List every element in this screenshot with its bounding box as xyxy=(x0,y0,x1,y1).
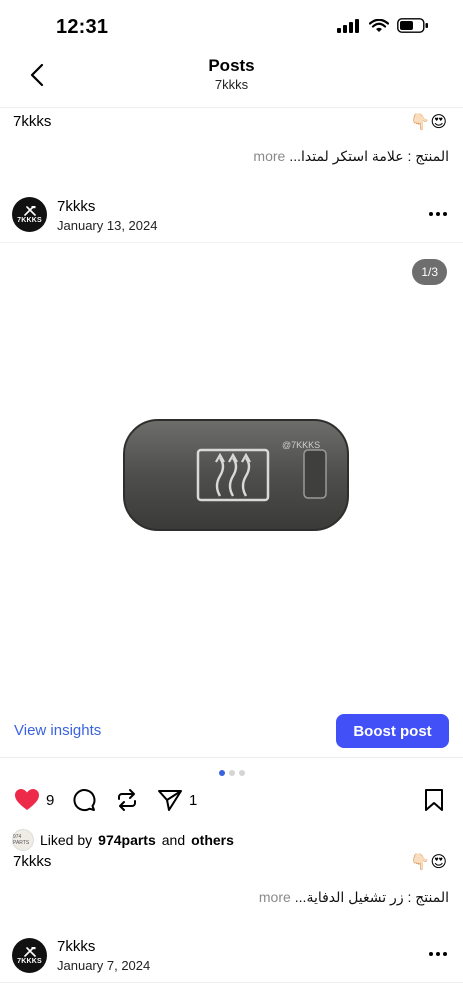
more-options-icon[interactable] xyxy=(429,212,447,216)
prev-post-more-link[interactable]: more xyxy=(253,148,285,164)
avatar-text: 7KKKS xyxy=(17,216,42,224)
liked-by-user[interactable]: 974parts xyxy=(98,832,156,848)
post-actions-bar: View insights Boost post xyxy=(0,712,463,758)
page-subtitle: 7kkks xyxy=(214,77,249,92)
prev-post-caption-text: المنتج : علامة استكر لمتدا... xyxy=(289,148,449,164)
like-count[interactable]: 9 xyxy=(46,792,54,809)
liker-avatar[interactable]: 974 PARTS xyxy=(12,829,34,851)
caption-emojis: 👇🏻😍 xyxy=(410,854,447,871)
image-watermark: @7KKKS xyxy=(282,440,320,450)
prev-post-caption: more المنتج : علامة استكر لمتدا... xyxy=(253,148,449,165)
share-icon[interactable] xyxy=(157,788,183,812)
bookmark-icon xyxy=(425,789,443,811)
liked-by-prefix: Liked by xyxy=(40,832,93,848)
wifi-icon xyxy=(369,18,389,32)
carousel-dot xyxy=(228,770,235,776)
caption-more-link[interactable]: more xyxy=(259,889,291,905)
carousel-dot-active xyxy=(218,770,225,776)
carousel-dot xyxy=(238,770,245,776)
heart-icon[interactable] xyxy=(14,788,40,812)
view-insights-link[interactable]: View insights xyxy=(14,722,101,739)
caption-username[interactable]: 7kkks xyxy=(13,853,51,870)
comment-button[interactable] xyxy=(72,788,96,812)
next-post-more-options-icon[interactable] xyxy=(429,952,447,956)
liked-by-row: 974 PARTS Liked by 974parts and others xyxy=(12,829,234,851)
prev-post-username[interactable]: 7kkks xyxy=(13,113,51,130)
battery-icon xyxy=(397,18,428,33)
tools-icon xyxy=(23,205,36,216)
media-counter: 1/3 xyxy=(412,259,447,285)
tools-icon xyxy=(23,946,36,957)
status-bar: 12:31 xyxy=(0,0,463,52)
prev-post-emojis: 👇🏻😍 xyxy=(410,114,447,131)
engagement-row: 9 1 xyxy=(0,788,463,818)
status-icons xyxy=(337,18,429,33)
post-username[interactable]: 7kkks xyxy=(57,198,95,215)
post-caption-row: 7kkks 👇🏻😍 xyxy=(0,852,463,874)
liked-by-and: and xyxy=(161,832,186,848)
share-group: 1 xyxy=(157,788,197,812)
like-group: 9 xyxy=(14,788,54,812)
boost-post-button[interactable]: Boost post xyxy=(336,714,449,748)
next-post-avatar-text: 7KKKS xyxy=(17,957,42,965)
next-post-username[interactable]: 7kkks xyxy=(57,938,95,955)
save-button[interactable] xyxy=(423,788,445,812)
next-post-avatar[interactable]: 7KKKS xyxy=(12,938,47,973)
comment-icon xyxy=(73,789,96,812)
prev-post-caption-row: 7kkks 👇🏻😍 xyxy=(0,112,463,134)
carousel-indicator xyxy=(0,770,463,776)
share-count: 1 xyxy=(189,791,198,809)
avatar[interactable]: 7KKKS xyxy=(12,197,47,232)
next-post-date: January 7, 2024 xyxy=(57,958,151,973)
divider xyxy=(0,982,463,983)
caption-text: المنتج : زر تشغيل الدفاية... xyxy=(294,889,449,905)
status-time: 12:31 xyxy=(56,16,109,38)
post-caption: more المنتج : زر تشغيل الدفاية... xyxy=(259,889,449,906)
page-title: Posts xyxy=(208,56,255,75)
cellular-signal-icon xyxy=(337,18,359,33)
repost-button[interactable] xyxy=(115,788,139,812)
repost-icon xyxy=(118,789,136,811)
liked-by-others[interactable]: others xyxy=(191,832,234,848)
post-date: January 13, 2024 xyxy=(57,218,158,233)
nav-header: Posts 7kkks xyxy=(0,52,463,108)
product-image: @7KKKS xyxy=(122,418,350,532)
